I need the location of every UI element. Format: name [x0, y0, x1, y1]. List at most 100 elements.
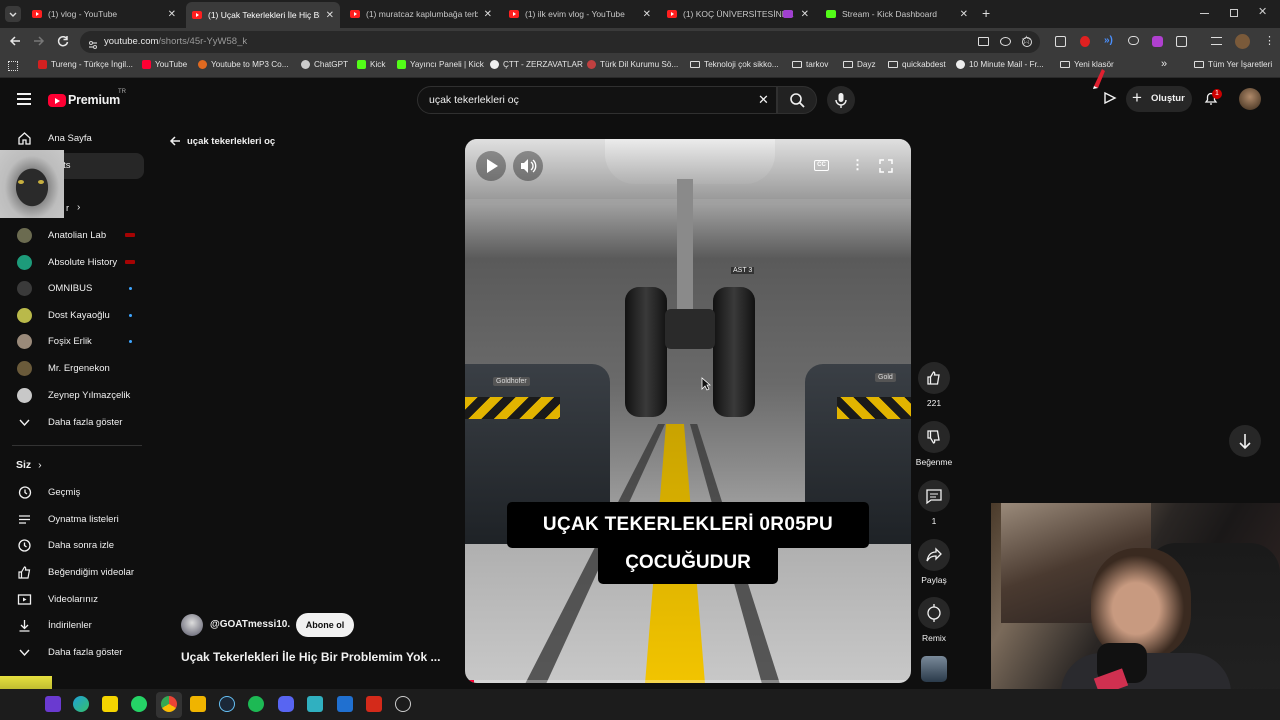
sidebar-item-show-more[interactable]: Daha fazla göster	[0, 639, 150, 665]
edge-icon[interactable]	[73, 696, 89, 712]
fullscreen-icon[interactable]	[879, 159, 893, 178]
shorts-video-player[interactable]: Goldhofer Gold AST 3 UÇAK TEKERLEKLERİ 0…	[465, 139, 911, 683]
short-title[interactable]: Uçak Tekerlekleri İle Hiç Bir Problemim …	[181, 650, 440, 664]
comments-button[interactable]	[918, 480, 950, 512]
apps-grid-icon[interactable]	[8, 61, 18, 71]
tab-close-icon[interactable]: ✕	[960, 9, 968, 20]
bookmark-folder[interactable]: Teknoloji çok sikko...	[690, 60, 779, 69]
forward-arrow-icon[interactable]	[32, 34, 46, 53]
sidebar-item-home[interactable]: Ana Sayfa	[0, 125, 150, 151]
play-button[interactable]	[476, 151, 506, 181]
bookmark-item[interactable]: Kick	[357, 60, 385, 69]
tab-close-icon[interactable]: ✕	[643, 9, 651, 20]
progress-bar[interactable]	[465, 680, 911, 683]
extension-icon[interactable]	[1128, 36, 1139, 45]
subscription-channel[interactable]: OMNIBUS	[0, 275, 150, 301]
channel-avatar[interactable]	[181, 614, 203, 636]
acrobat-icon[interactable]	[366, 696, 382, 712]
sidebar-item-watch-later[interactable]: Daha sonra izle	[0, 532, 150, 558]
bookmark-item[interactable]: ÇTT - ZERZAVATLAR	[490, 60, 583, 69]
sticky-notes-icon[interactable]	[102, 696, 118, 712]
whatsapp-icon[interactable]	[131, 696, 147, 712]
show-more-subscriptions[interactable]: Daha fazla göster	[0, 409, 150, 435]
sidebar-item-playlists[interactable]: Oynatma listeleri	[0, 506, 150, 532]
reading-list-icon[interactable]	[1211, 37, 1222, 45]
next-short-button[interactable]	[1229, 425, 1261, 457]
tab-close-icon[interactable]: ✕	[801, 9, 809, 20]
search-button[interactable]	[777, 86, 817, 114]
search-input[interactable]: uçak tekerlekleri oç ✕	[417, 86, 777, 114]
sidebar-item-downloads[interactable]: İndirilenler	[0, 612, 150, 638]
share-button[interactable]	[918, 539, 950, 571]
channel-name[interactable]: @GOATmessi10.	[210, 619, 290, 630]
like-button[interactable]	[918, 362, 950, 394]
back-button[interactable]: uçak tekerlekleri oç	[168, 133, 275, 149]
chrome-icon[interactable]	[161, 696, 177, 712]
taskbar-app-icon[interactable]	[337, 696, 353, 712]
new-tab-button[interactable]: +	[982, 5, 990, 21]
bookmark-item[interactable]: 10 Minute Mail - Fr...	[956, 60, 1044, 69]
restore-icon[interactable]	[1230, 9, 1238, 17]
youtube-logo[interactable]: Premium TR	[48, 89, 168, 110]
browser-tab[interactable]: Stream - Kick Dashboard ✕	[820, 3, 974, 25]
tab-close-icon[interactable]: ✕	[326, 10, 334, 21]
extensions-puzzle-icon[interactable]	[1176, 36, 1187, 47]
subscribe-button[interactable]: Abone ol	[296, 613, 354, 637]
close-window-icon[interactable]: ✕	[1258, 5, 1267, 18]
browser-tab[interactable]: (1) ilk evim vlog - YouTube ✕	[503, 3, 657, 25]
bookmark-item[interactable]: ChatGPT	[301, 60, 348, 69]
extension-icon[interactable]	[1080, 36, 1090, 47]
extension-icon[interactable]: »)	[1104, 35, 1113, 46]
bookmark-folder[interactable]: Dayz	[843, 60, 876, 69]
eye-off-icon[interactable]	[1000, 37, 1011, 46]
taskbar-app-icon[interactable]	[307, 696, 323, 712]
spotify-icon[interactable]	[248, 696, 264, 712]
bookmark-item[interactable]: Yayıncı Paneli | Kick	[397, 60, 484, 69]
captions-button[interactable]: CC	[814, 160, 829, 171]
extension-icon[interactable]	[1055, 36, 1066, 47]
profile-avatar[interactable]	[1235, 34, 1250, 49]
tab-close-icon[interactable]: ✕	[168, 9, 176, 20]
taskbar-app-icon[interactable]	[45, 696, 61, 712]
browser-tab[interactable]: (1) muratcaz kaplumbağa terbi ✕	[344, 3, 498, 25]
dislike-button[interactable]	[918, 421, 950, 453]
browser-menu-icon[interactable]: ⋮	[1264, 34, 1275, 47]
file-explorer-icon[interactable]	[190, 696, 206, 712]
account-avatar[interactable]	[1239, 88, 1261, 110]
steam-icon[interactable]	[219, 696, 235, 712]
create-button[interactable]: + Oluştur	[1126, 86, 1192, 112]
subscription-channel[interactable]: Anatolian Lab	[0, 222, 150, 248]
bookmark-item[interactable]: Tureng - Türkçe İngil...	[38, 60, 133, 69]
tab-close-icon[interactable]: ✕	[484, 9, 492, 20]
bookmark-folder[interactable]: quickabdest	[888, 60, 946, 69]
subscription-channel[interactable]: Absolute History	[0, 249, 150, 275]
bookmark-item[interactable]: YouTube	[142, 60, 187, 69]
sidebar-item-your-videos[interactable]: Videolarınız	[0, 586, 150, 612]
tab-search-icon[interactable]	[5, 6, 21, 22]
more-options-icon[interactable]: ⋮	[851, 157, 864, 173]
hamburger-menu-icon[interactable]	[17, 93, 31, 105]
discord-icon[interactable]	[278, 696, 294, 712]
bookmark-item[interactable]: Youtube to MP3 Co...	[198, 60, 289, 69]
reload-icon[interactable]	[56, 34, 70, 53]
sidebar-item-liked-videos[interactable]: Beğendiğim videolar	[0, 559, 150, 585]
subscription-channel[interactable]: Dost Kayaoğlu	[0, 302, 150, 328]
bookmark-item[interactable]: Türk Dil Kurumu Sö...	[587, 60, 678, 69]
browser-tab[interactable]: (1) vlog - YouTube ✕	[26, 3, 182, 25]
add-video-icon[interactable]	[1102, 91, 1118, 105]
back-arrow-icon[interactable]	[8, 34, 22, 53]
remix-button[interactable]	[918, 597, 950, 629]
sidebar-item-history[interactable]: Geçmiş	[0, 479, 150, 505]
subscription-channel[interactable]: Mr. Ergenekon	[0, 355, 150, 381]
subscription-channel[interactable]: Zeynep Yılmazçelik	[0, 382, 150, 408]
all-bookmarks-folder[interactable]: Tüm Yer İşaretleri	[1194, 60, 1272, 69]
voice-search-button[interactable]	[827, 86, 855, 114]
bookmark-star-icon[interactable]: ☆	[1021, 33, 1032, 47]
subscriptions-header-partial[interactable]: r	[66, 203, 69, 214]
bookmarks-overflow-button[interactable]: »	[1161, 58, 1167, 70]
browser-tab-active[interactable]: (1) Uçak Tekerlekleri İle Hiç Bir ✕	[186, 2, 340, 28]
volume-button[interactable]	[513, 151, 543, 181]
address-bar[interactable]: youtube.com/shorts/45r-YyW58_k ☆	[80, 31, 1040, 53]
you-section-header[interactable]: Siz ›	[16, 459, 42, 471]
bookmark-folder[interactable]: tarkov	[792, 60, 828, 69]
